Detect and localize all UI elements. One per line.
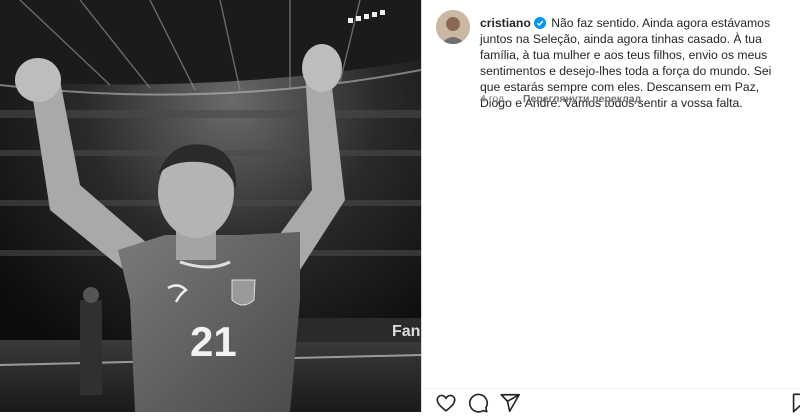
post-time[interactable]: 4 год. [480,93,507,105]
action-bar [421,388,800,414]
photo-graphic: Fan 21 [0,0,421,412]
post-side-panel: cristiano Não faz sentido. Ainda agora e… [421,0,800,412]
share-icon[interactable] [499,392,521,414]
comment-icon[interactable] [467,392,489,414]
post-photo[interactable]: Fan 21 [0,0,421,412]
post-meta: 4 год. Переглянути переклад [480,93,641,105]
ad-board-text: Fan [392,323,420,340]
verified-badge-icon [533,17,546,29]
avatar-icon [436,10,470,44]
bookmark-icon[interactable] [789,392,800,414]
heart-icon[interactable] [435,392,457,414]
avatar[interactable] [436,10,470,44]
jersey-number: 21 [190,318,237,365]
username-link[interactable]: cristiano [480,16,531,30]
see-translation-link[interactable]: Переглянути переклад [523,93,641,105]
